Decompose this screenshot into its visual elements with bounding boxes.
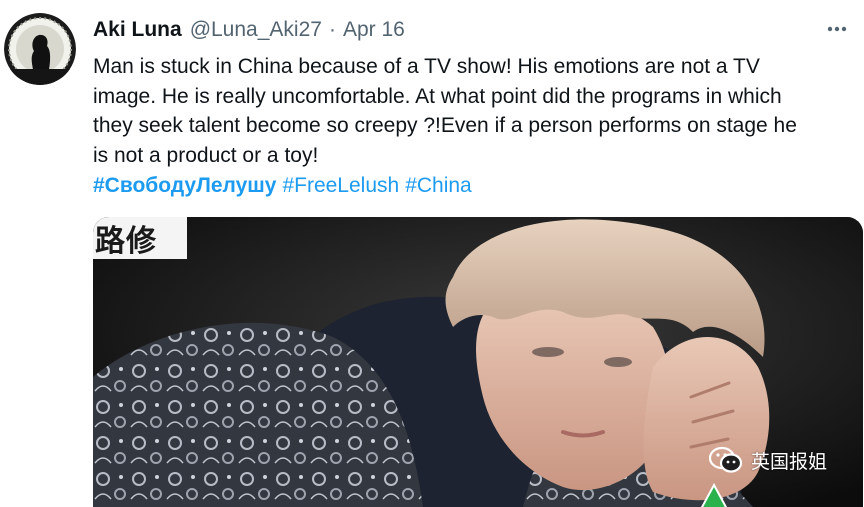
hashtag-link[interactable]: #СвободуЛелушу bbox=[93, 174, 276, 197]
watermark-text: 英国报姐 bbox=[751, 450, 828, 473]
header-separator: · bbox=[328, 18, 336, 41]
media-caption: 路修 bbox=[93, 217, 187, 259]
display-name[interactable]: Aki Luna bbox=[93, 18, 182, 42]
tweet-text-line: Man is stuck in China because of a TV sh… bbox=[93, 55, 760, 78]
tweet-text-line: they seek talent become so creepy ?!Even… bbox=[93, 114, 797, 137]
avatar-image bbox=[4, 13, 76, 85]
green-arrow-icon bbox=[700, 483, 728, 507]
tweet-text-line: is not a product or a toy! bbox=[93, 143, 319, 167]
tweet-date[interactable]: Apr 16 bbox=[343, 18, 405, 42]
author-avatar[interactable] bbox=[4, 13, 76, 85]
tweet-header: Aki Luna @Luna_Aki27 · Apr 16 bbox=[93, 16, 405, 44]
more-options-icon[interactable] bbox=[824, 16, 850, 42]
hashtag-link[interactable]: #China bbox=[405, 174, 472, 197]
hashtag-link[interactable]: #FreeLelush bbox=[282, 174, 399, 197]
hashtag-row: #СвободуЛелушу #FreeLelush #China bbox=[93, 171, 478, 200]
tweet-media[interactable]: 路修 英国报姐 bbox=[93, 217, 863, 507]
wechat-icon bbox=[709, 446, 743, 474]
tweet-text: Man is stuck in China because of a TV sh… bbox=[93, 52, 853, 170]
tweet-text-line: image. He is really uncomfortable. At wh… bbox=[93, 84, 782, 108]
user-handle[interactable]: @Luna_Aki27 bbox=[190, 18, 322, 42]
media-watermark: 英国报姐 bbox=[709, 446, 827, 474]
